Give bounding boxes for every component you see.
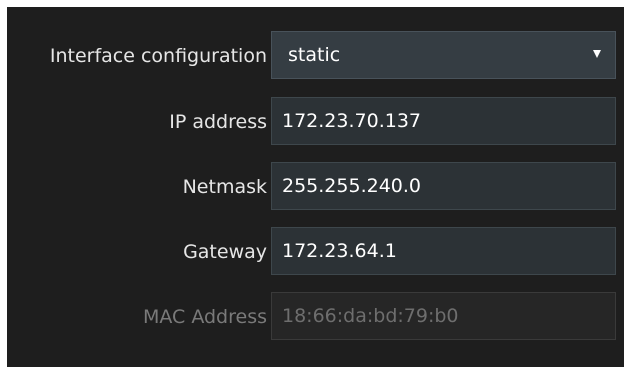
- mac-address-row: MAC Address 18:66:da:bd:79:b0: [7, 292, 624, 342]
- gateway-input[interactable]: 172.23.64.1: [271, 227, 616, 275]
- ip-address-label: IP address: [169, 111, 267, 133]
- gateway-row: Gateway 172.23.64.1: [7, 227, 624, 277]
- interface-configuration-select[interactable]: static: [271, 31, 616, 79]
- network-settings-panel: Interface configuration static IP addres…: [7, 7, 624, 367]
- gateway-label: Gateway: [183, 241, 267, 263]
- mac-address-label: MAC Address: [142, 306, 267, 328]
- dropdown-caret-icon: [593, 50, 601, 58]
- netmask-row: Netmask 255.255.240.0: [7, 162, 624, 212]
- netmask-input[interactable]: 255.255.240.0: [271, 162, 616, 210]
- ip-address-row: IP address 172.23.70.137: [7, 97, 624, 147]
- netmask-label: Netmask: [182, 176, 267, 198]
- interface-configuration-row: Interface configuration static: [7, 31, 624, 81]
- mac-address-field: 18:66:da:bd:79:b0: [271, 292, 616, 340]
- interface-configuration-label: Interface configuration: [49, 45, 267, 67]
- ip-address-input[interactable]: 172.23.70.137: [271, 97, 616, 145]
- interface-configuration-value: static: [288, 44, 341, 66]
